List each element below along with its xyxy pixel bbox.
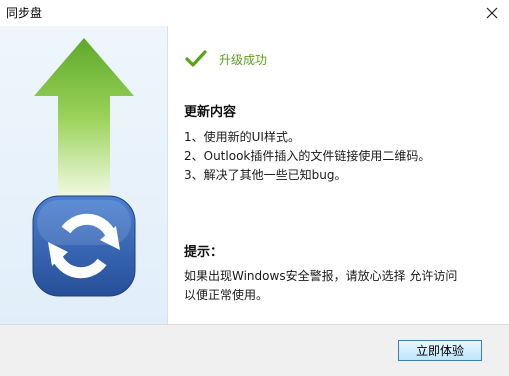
- footer-bar: 立即体验: [0, 324, 509, 376]
- close-button[interactable]: [475, 0, 509, 26]
- list-item: 1、使用新的UI样式。: [184, 130, 300, 144]
- hint-line: 如果出现Windows安全警报，请放心选择 允许访问: [184, 269, 458, 283]
- content-panel: 升级成功 更新内容 1、使用新的UI样式。 2、Outlook插件插入的文件链接…: [167, 26, 509, 324]
- release-notes-list: 1、使用新的UI样式。 2、Outlook插件插入的文件链接使用二维码。 3、解…: [184, 128, 430, 185]
- start-now-button[interactable]: 立即体验: [398, 340, 482, 361]
- installer-window: 同步盘 升级成功 更新内容 1、使用新的UI样式。 2、Outlook插件插入的…: [0, 0, 509, 376]
- title-bar: 同步盘: [0, 0, 509, 26]
- upload-arrow-icon: [34, 38, 134, 216]
- close-icon: [486, 7, 498, 19]
- status-text: 升级成功: [219, 52, 268, 67]
- sync-logo-icon: [32, 195, 136, 297]
- list-item: 2、Outlook插件插入的文件链接使用二维码。: [184, 149, 431, 163]
- upgrade-illustration: [32, 38, 136, 297]
- left-panel: [0, 26, 168, 324]
- upgrade-status: 升级成功: [185, 50, 267, 68]
- hint-text: 如果出现Windows安全警报，请放心选择 允许访问 以便正常使用。: [184, 267, 457, 305]
- hint-line: 以便正常使用。: [184, 288, 269, 302]
- check-icon: [185, 50, 207, 67]
- release-notes-title: 更新内容: [184, 105, 237, 120]
- list-item: 3、解决了其他一些已知bug。: [184, 168, 347, 182]
- hint-title: 提示：: [184, 245, 224, 260]
- window-title: 同步盘: [6, 6, 43, 20]
